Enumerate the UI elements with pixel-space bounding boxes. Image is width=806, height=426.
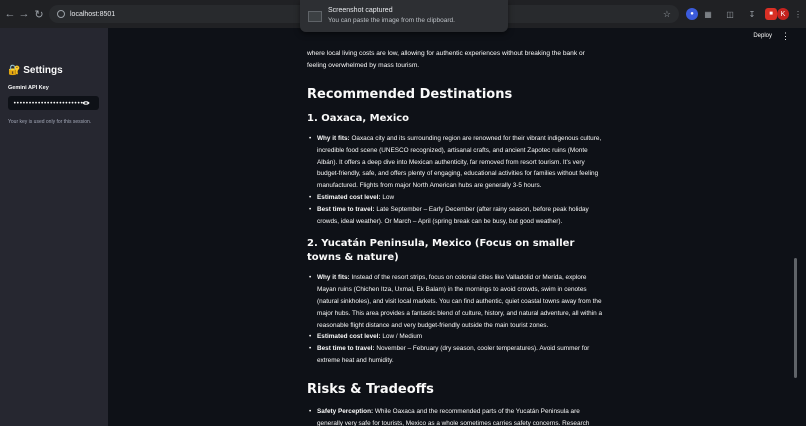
url-text: localhost:8501 — [70, 10, 116, 18]
main-content: Deploy ⋮ where local living costs are lo… — [108, 28, 798, 426]
screenshot-thumbnail — [308, 11, 322, 22]
why-label: Why it fits: — [317, 135, 350, 142]
destination-2-list: Why it fits: Instead of the resort strip… — [307, 272, 605, 366]
risks-list: Safety Perception: While Oaxaca and the … — [307, 406, 605, 426]
extensions-puzzle-icon[interactable]: ▦ — [702, 8, 714, 20]
extension-red-icon[interactable]: ■ — [765, 8, 777, 20]
why-text: Oaxaca city and its surrounding region a… — [317, 135, 602, 190]
cost-text: Low / Medium — [380, 333, 423, 341]
list-item: Estimated cost level: Low / Medium — [307, 331, 605, 343]
main-menu-icon[interactable]: ⋮ — [781, 31, 790, 42]
sidebar-title: 🔐 Settings — [8, 65, 63, 76]
api-key-note: Your key is used only for this session. — [8, 119, 92, 125]
intro-paragraph: where local living costs are low, allowi… — [307, 50, 585, 69]
extension-icon[interactable]: ● — [686, 8, 698, 20]
time-label: Best time to travel: — [317, 345, 375, 353]
reload-icon[interactable]: ↻ — [31, 6, 47, 22]
destination-2-title: 2. Yucatán Peninsula, Mexico (Focus on s… — [307, 238, 575, 264]
why-text: Instead of the resort strips, focus on c… — [317, 274, 603, 329]
sidebar: 🔐 Settings Gemini API Key Your key is us… — [0, 28, 108, 426]
browser-menu-icon[interactable]: ⋮ — [792, 8, 804, 20]
risk-label: Safety Perception: — [317, 407, 374, 415]
show-password-icon[interactable] — [82, 99, 90, 107]
api-key-input[interactable] — [13, 99, 83, 107]
destination-1-list: Why it fits: Oaxaca city and its surroun… — [307, 133, 605, 227]
cost-text: Low — [380, 193, 395, 201]
sidepanel-icon[interactable]: ◫ — [724, 8, 736, 20]
forward-icon[interactable]: → — [16, 6, 32, 22]
list-item: Why it fits: Oaxaca city and its surroun… — [307, 133, 605, 192]
recommended-heading: Recommended Destinations — [307, 87, 513, 102]
site-info-icon[interactable] — [57, 10, 65, 18]
download-icon[interactable]: ↧ — [746, 8, 758, 20]
list-item: Why it fits: Instead of the resort strip… — [307, 272, 605, 331]
scrollbar[interactable] — [794, 258, 797, 378]
why-label: Why it fits: — [317, 274, 350, 282]
profile-avatar[interactable]: K — [777, 8, 789, 20]
cost-label: Estimated cost level: — [317, 333, 381, 341]
cost-label: Estimated cost level: — [317, 193, 381, 201]
toast-title: Screenshot captured — [328, 7, 393, 14]
list-item: Estimated cost level: Low — [307, 192, 605, 204]
list-item: Best time to travel: Late September – Ea… — [307, 204, 605, 228]
time-label: Best time to travel: — [317, 205, 375, 213]
api-key-label: Gemini API Key — [8, 85, 49, 91]
list-item: Best time to travel: November – February… — [307, 343, 605, 367]
risks-heading: Risks & Tradeoffs — [307, 381, 434, 397]
list-item: Safety Perception: While Oaxaca and the … — [307, 406, 605, 426]
destination-1-title: 1. Oaxaca, Mexico — [307, 113, 410, 124]
result-markdown: where local living costs are low, allowi… — [307, 48, 605, 426]
deploy-button[interactable]: Deploy — [753, 33, 772, 39]
bookmark-star-icon[interactable]: ☆ — [663, 9, 671, 20]
toast-message: You can paste the image from the clipboa… — [328, 17, 455, 24]
api-key-field[interactable] — [8, 96, 99, 110]
